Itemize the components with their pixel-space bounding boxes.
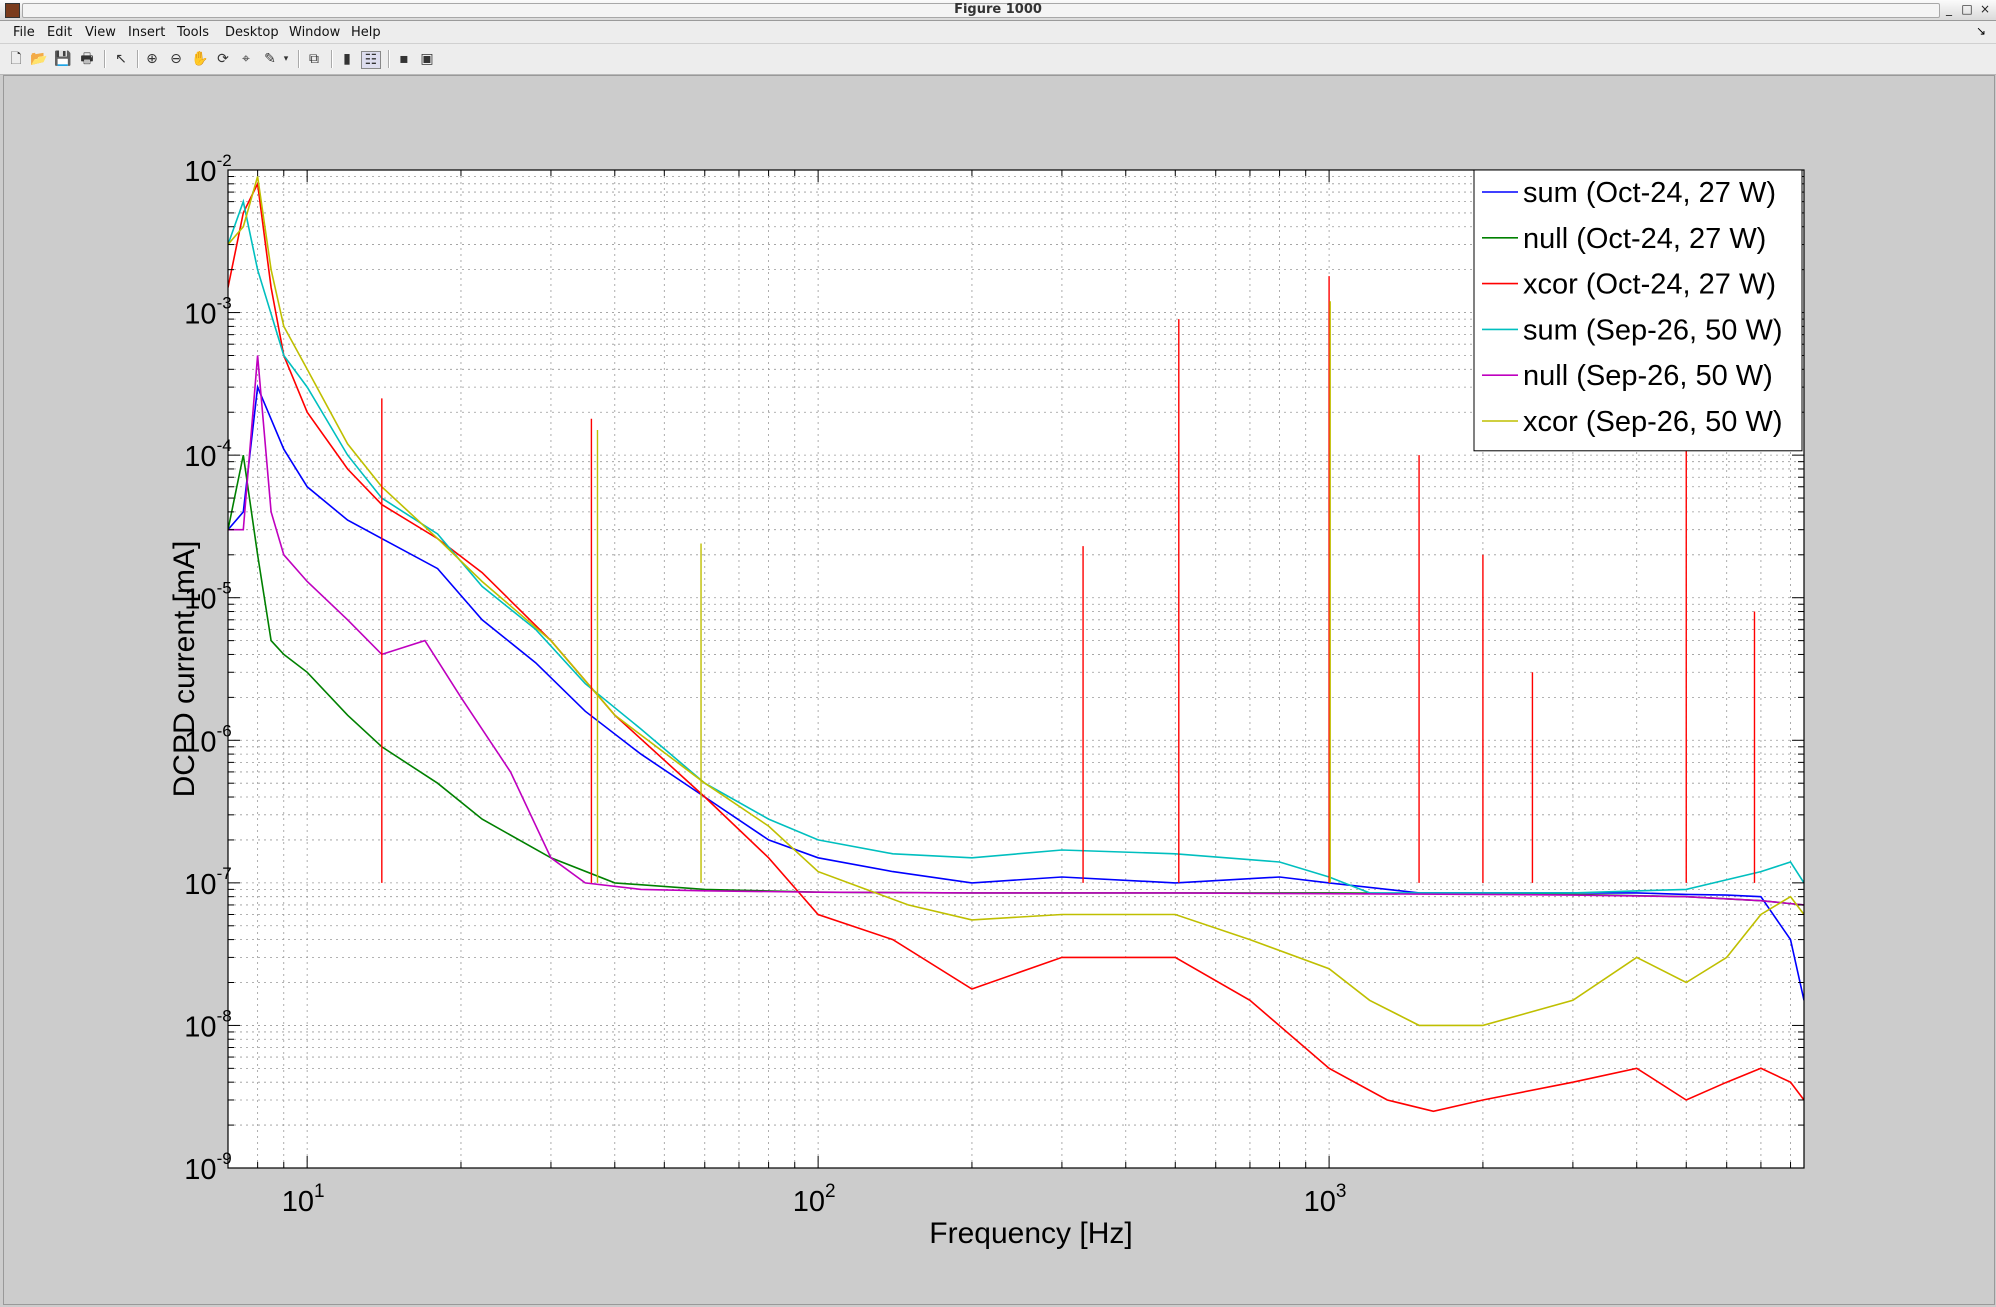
legend-entry: xcor (Sep-26, 50 W) xyxy=(1523,406,1782,438)
y-tick-exponent: -9 xyxy=(217,1149,232,1168)
y-tick-base: 10 xyxy=(184,1011,216,1043)
y-tick-base: 10 xyxy=(184,1154,216,1186)
y-tick-label: 10-7 xyxy=(184,864,231,901)
y-tick-exponent: -4 xyxy=(217,436,232,455)
y-tick-label: 10-4 xyxy=(184,436,231,473)
y-tick-exponent: -5 xyxy=(217,579,232,598)
legend-entry: sum (Sep-26, 50 W) xyxy=(1523,314,1782,346)
x-tick-exponent: 3 xyxy=(1336,1181,1347,1202)
x-axis-label: Frequency [Hz] xyxy=(929,1217,1132,1250)
y-tick-exponent: -8 xyxy=(217,1006,232,1025)
x-tick-exponent: 2 xyxy=(825,1181,836,1202)
y-tick-base: 10 xyxy=(184,156,216,188)
x-tick-base: 10 xyxy=(793,1186,825,1218)
legend-entry: sum (Oct-24, 27 W) xyxy=(1523,177,1776,209)
y-tick-label: 10-3 xyxy=(184,294,231,331)
legend-entry: xcor (Oct-24, 27 W) xyxy=(1523,269,1776,301)
legend-entry: null (Sep-26, 50 W) xyxy=(1523,360,1773,392)
y-tick-label: 10-2 xyxy=(184,151,231,188)
x-tick-label: 101 xyxy=(282,1181,325,1218)
y-tick-base: 10 xyxy=(184,869,216,901)
y-tick-exponent: -7 xyxy=(217,864,232,883)
legend-entry: null (Oct-24, 27 W) xyxy=(1523,223,1766,255)
y-tick-label: 10-8 xyxy=(184,1006,231,1043)
y-tick-exponent: -6 xyxy=(217,721,232,740)
x-tick-base: 10 xyxy=(282,1186,314,1218)
x-tick-exponent: 1 xyxy=(314,1181,325,1202)
plot-area[interactable]: 101 102 103 10-910-810-710-610-510-410-310… xyxy=(0,0,1996,1307)
x-tick-label: 103 xyxy=(1304,1181,1347,1218)
y-tick-exponent: -2 xyxy=(217,151,232,170)
x-tick-label: 102 xyxy=(793,1181,836,1218)
legend[interactable]: sum (Oct-24, 27 W) null (Oct-24, 27 W) xco… xyxy=(1473,169,1803,452)
x-tick-base: 10 xyxy=(1304,1186,1336,1218)
y-tick-label: 10-9 xyxy=(184,1149,231,1186)
x-tick-labels: 101 102 103 xyxy=(282,1181,1347,1218)
y-tick-base: 10 xyxy=(184,441,216,473)
y-tick-base: 10 xyxy=(184,299,216,331)
y-tick-exponent: -3 xyxy=(217,294,232,313)
y-axis-label: DCPD current [mA] xyxy=(168,541,201,798)
